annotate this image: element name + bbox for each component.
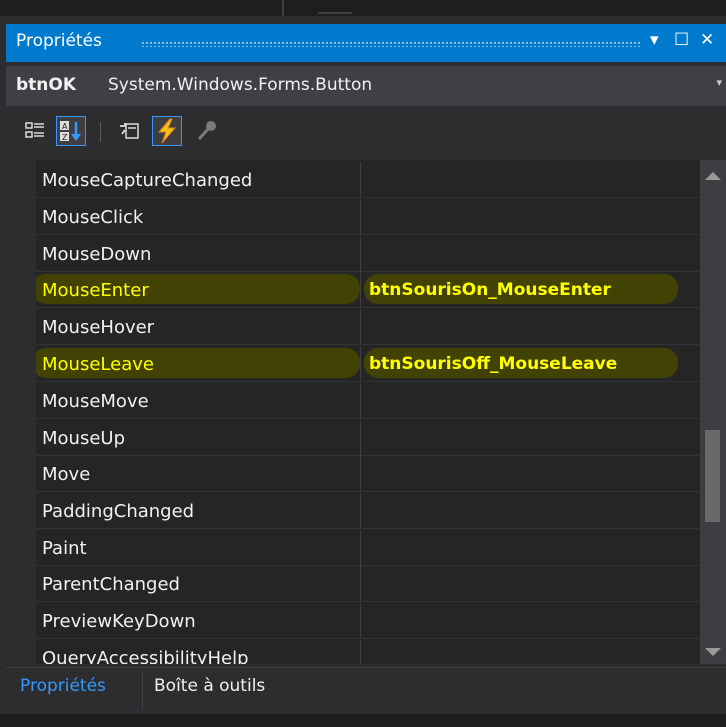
panel-title: Propriétés — [16, 31, 102, 51]
event-name: MouseCaptureChanged — [42, 170, 253, 191]
event-name: Move — [42, 464, 91, 485]
event-name: MouseClick — [42, 207, 144, 228]
grid-row[interactable]: Paint — [6, 530, 700, 567]
grid-row[interactable]: MouseUp — [6, 420, 700, 457]
grid-row[interactable]: MouseDown — [6, 236, 700, 273]
object-selector[interactable]: btnOK System.Windows.Forms.Button ▾ — [6, 66, 726, 106]
titlebar-grip[interactable] — [141, 41, 641, 47]
event-value[interactable] — [361, 566, 700, 602]
event-value[interactable] — [361, 420, 700, 456]
object-name: btnOK — [16, 75, 77, 95]
event-value[interactable]: btnSourisOff_MouseLeave — [361, 346, 700, 382]
event-value[interactable] — [361, 640, 700, 664]
event-name: PreviewKeyDown — [42, 611, 196, 632]
event-name: PaddingChanged — [42, 501, 195, 522]
window-position-dropdown-icon[interactable]: ▾ — [650, 30, 659, 50]
event-name: MouseMove — [42, 391, 149, 412]
alphabetical-icon[interactable]: A Z — [56, 116, 86, 146]
object-type: System.Windows.Forms.Button — [108, 75, 373, 95]
event-value[interactable] — [361, 309, 700, 345]
scroll-thumb[interactable] — [705, 430, 720, 522]
events-icon[interactable] — [152, 116, 182, 146]
grid-row[interactable]: PaddingChanged — [6, 493, 700, 530]
categorized-icon[interactable] — [20, 116, 50, 146]
grid-row[interactable]: MouseCaptureChanged — [6, 162, 700, 199]
grid-row[interactable]: MouseLeave btnSourisOff_MouseLeave — [6, 346, 700, 383]
properties-toolbar: A Z — [6, 110, 726, 156]
grid-row[interactable]: PreviewKeyDown — [6, 603, 700, 640]
event-value[interactable] — [361, 530, 700, 566]
grid-row[interactable]: MouseEnter btnSourisOn_MouseEnter — [6, 272, 700, 309]
grid-row[interactable]: MouseClick — [6, 199, 700, 236]
event-name: MouseUp — [42, 428, 126, 449]
event-value[interactable] — [361, 162, 700, 198]
event-value[interactable]: btnSourisOn_MouseEnter — [361, 272, 700, 308]
event-name: ParentChanged — [42, 574, 180, 595]
chevron-down-icon[interactable]: ▾ — [716, 76, 722, 89]
bottom-edge — [0, 714, 726, 727]
properties-icon[interactable] — [114, 116, 144, 146]
svg-text:Z: Z — [62, 133, 68, 142]
event-value[interactable] — [361, 236, 700, 272]
maximize-icon[interactable]: ☐ — [674, 30, 689, 50]
grid-row[interactable]: MouseHover — [6, 309, 700, 346]
property-grid[interactable]: MouseCaptureChanged MouseClick MouseDown… — [6, 160, 700, 664]
property-pages-icon[interactable] — [192, 116, 222, 146]
event-name: Paint — [42, 538, 87, 559]
grid-gutter — [6, 160, 36, 664]
scroll-up-icon[interactable] — [705, 172, 721, 180]
top-edge — [0, 0, 726, 16]
bottom-tabs: Propriétés Boîte à outils — [6, 667, 726, 714]
tab-boite-a-outils[interactable]: Boîte à outils — [154, 676, 265, 696]
tab-proprietes[interactable]: Propriétés — [20, 676, 106, 696]
grid-row[interactable]: QueryAccessibilityHelp — [6, 640, 700, 664]
grid-row[interactable]: MouseMove — [6, 383, 700, 420]
event-name: MouseLeave — [42, 354, 154, 375]
event-name: MouseDown — [42, 244, 152, 265]
grid-row[interactable]: ParentChanged — [6, 566, 700, 603]
event-value[interactable] — [361, 199, 700, 235]
grid-row[interactable]: Move — [6, 456, 700, 493]
close-icon[interactable]: ✕ — [700, 30, 714, 50]
event-value[interactable] — [361, 456, 700, 492]
event-value[interactable] — [361, 383, 700, 419]
vertical-scrollbar[interactable] — [700, 160, 726, 664]
event-value[interactable] — [361, 493, 700, 529]
event-name: MouseEnter — [42, 280, 149, 301]
event-name: MouseHover — [42, 317, 155, 338]
scroll-down-icon[interactable] — [705, 648, 721, 656]
event-name: QueryAccessibilityHelp — [42, 648, 249, 664]
event-value[interactable] — [361, 603, 700, 639]
svg-text:A: A — [62, 122, 68, 131]
panel-titlebar[interactable]: Propriétés ▾ ☐ ✕ — [6, 24, 726, 62]
